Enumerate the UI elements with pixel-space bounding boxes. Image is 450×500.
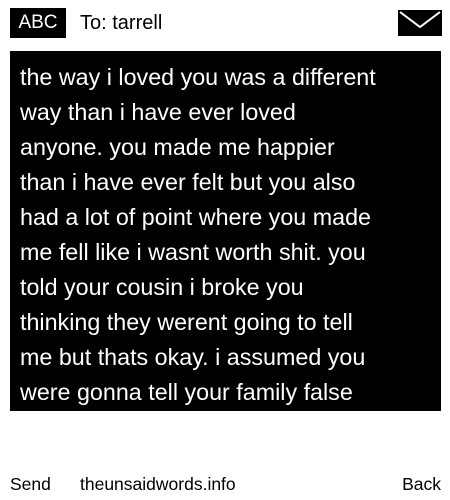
compose-header: ABC To: tarrell xyxy=(0,0,450,46)
recipient-line[interactable]: To: tarrell xyxy=(80,9,162,37)
back-button[interactable]: Back xyxy=(402,470,441,498)
recipient-name: tarrell xyxy=(112,12,163,34)
envelope-icon xyxy=(398,10,442,36)
site-link[interactable]: theunsaidwords.info xyxy=(80,470,236,498)
softkey-bar: Send theunsaidwords.info Back xyxy=(0,470,450,498)
input-mode-badge: ABC xyxy=(10,8,66,38)
to-label: To: xyxy=(80,12,107,34)
send-button[interactable]: Send xyxy=(10,470,51,498)
message-body[interactable]: the way i loved you was a different way … xyxy=(10,51,441,411)
